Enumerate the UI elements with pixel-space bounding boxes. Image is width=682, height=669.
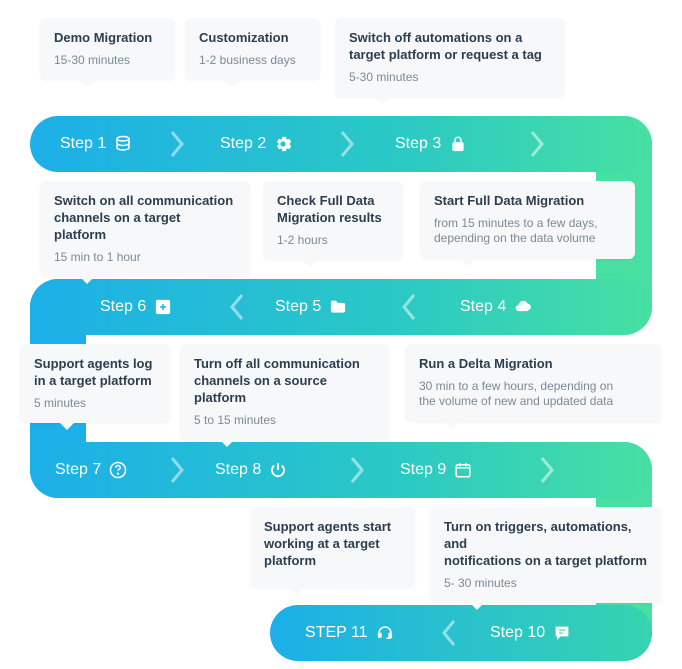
card-step-7: Support agents log in a target platform … xyxy=(20,344,170,423)
card-desc: 5 minutes xyxy=(34,396,156,412)
calendar-icon xyxy=(454,461,472,479)
cloud-icon xyxy=(514,298,532,316)
gear-icon xyxy=(274,135,292,153)
plus-icon xyxy=(154,298,172,316)
card-desc: 1-2 business days xyxy=(199,53,306,69)
step-8: Step 8 xyxy=(215,461,287,479)
card-title: Switch off automations on a target platf… xyxy=(349,30,551,64)
step-label: Step 8 xyxy=(215,461,261,479)
lock-icon xyxy=(449,135,467,153)
card-step-3: Switch off automations on a target platf… xyxy=(335,18,565,97)
card-title: Run a Delta Migration xyxy=(419,356,648,373)
chevron-right-icon xyxy=(170,130,186,158)
card-step-11: Support agents start working at a target… xyxy=(250,507,415,588)
step-label: Step 1 xyxy=(60,135,106,153)
step-label: Step 3 xyxy=(395,135,441,153)
card-title: Switch on all communication channels on … xyxy=(54,193,236,244)
chat-icon xyxy=(553,624,571,642)
card-step-8: Turn off all communication channels on a… xyxy=(180,344,390,440)
step-label: Step 9 xyxy=(400,461,446,479)
step-3: Step 3 xyxy=(395,135,467,153)
card-desc: 1-2 hours xyxy=(277,233,389,249)
step-label: Step 4 xyxy=(460,298,506,316)
card-desc: 5 to 15 minutes xyxy=(194,413,376,429)
step-label: STEP 11 xyxy=(305,624,368,642)
step-7: Step 7 xyxy=(55,461,127,479)
step-10: Step 10 xyxy=(490,624,571,642)
step-5: Step 5 xyxy=(275,298,347,316)
card-desc: 30 min to a few hours, depending on the … xyxy=(419,379,648,410)
card-step-4: Start Full Data Migration from 15 minute… xyxy=(420,181,635,259)
help-icon xyxy=(109,461,127,479)
card-title: Support agents start working at a target… xyxy=(264,519,401,570)
card-title: Turn off all communication channels on a… xyxy=(194,356,376,407)
step-4: Step 4 xyxy=(460,298,532,316)
chevron-right-icon xyxy=(340,130,356,158)
step-label: Step 7 xyxy=(55,461,101,479)
step-label: Step 5 xyxy=(275,298,321,316)
chevron-left-icon xyxy=(400,293,416,321)
card-title: Demo Migration xyxy=(54,30,161,47)
step-2: Step 2 xyxy=(220,135,292,153)
step-11: STEP 11 xyxy=(305,624,394,642)
card-step-1: Demo Migration 15-30 minutes xyxy=(40,18,175,80)
chevron-left-icon xyxy=(440,619,456,647)
card-step-9: Run a Delta Migration 30 min to a few ho… xyxy=(405,344,662,422)
chevron-right-icon xyxy=(170,456,186,484)
database-icon xyxy=(114,135,132,153)
step-label: Step 6 xyxy=(100,298,146,316)
chevron-right-icon xyxy=(350,456,366,484)
power-icon xyxy=(269,461,287,479)
step-label: Step 2 xyxy=(220,135,266,153)
card-title: Turn on triggers, automations, and notif… xyxy=(444,519,648,570)
card-desc: 5-30 minutes xyxy=(349,70,551,86)
card-title: Start Full Data Migration xyxy=(434,193,621,210)
step-1: Step 1 xyxy=(60,135,132,153)
card-title: Customization xyxy=(199,30,306,47)
step-label: Step 10 xyxy=(490,624,545,642)
card-desc: from 15 minutes to a few days, depending… xyxy=(434,216,621,247)
chevron-left-icon xyxy=(228,293,244,321)
card-title: Check Full Data Migration results xyxy=(277,193,389,227)
chevron-right-icon xyxy=(530,130,546,158)
card-desc: 5- 30 minutes xyxy=(444,576,648,592)
card-step-2: Customization 1-2 business days xyxy=(185,18,320,80)
step-9: Step 9 xyxy=(400,461,472,479)
card-desc: 15 min to 1 hour xyxy=(54,250,236,266)
step-6: Step 6 xyxy=(100,298,172,316)
card-desc: 15-30 minutes xyxy=(54,53,161,69)
card-title: Support agents log in a target platform xyxy=(34,356,156,390)
card-step-6: Switch on all communication channels on … xyxy=(40,181,250,277)
chevron-right-icon xyxy=(540,456,556,484)
folder-icon xyxy=(329,298,347,316)
card-step-5: Check Full Data Migration results 1-2 ho… xyxy=(263,181,403,260)
headset-icon xyxy=(376,624,394,642)
card-step-10: Turn on triggers, automations, and notif… xyxy=(430,507,662,603)
